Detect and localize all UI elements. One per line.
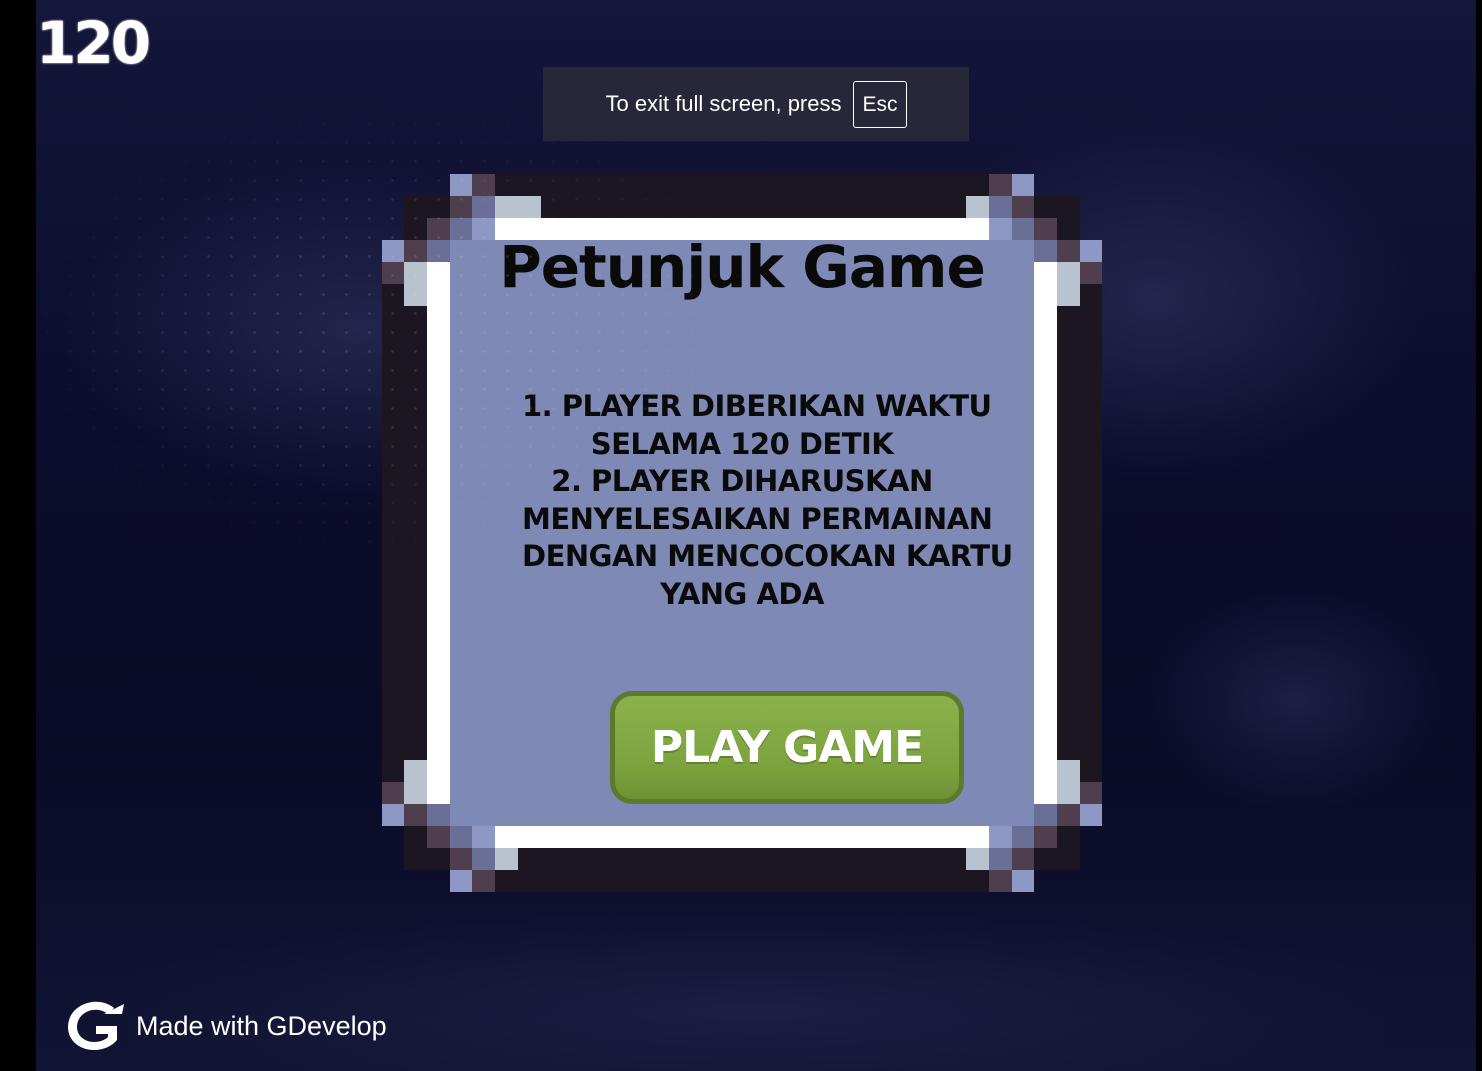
frame-edge-right [1080,264,1102,802]
frame-pixel [1011,870,1034,892]
gdevelop-badge-text: Made with GDevelop [136,1010,387,1041]
frame-pixel [450,848,473,870]
frame-edge-bottom [472,870,1012,892]
frame-pixel [427,826,450,848]
instruction-line: dengan mencocokan kartu [522,539,1013,573]
countdown-timer: 120 [36,9,151,77]
frame-pixel [450,826,473,848]
frame-pixel [450,196,473,218]
frame-pixel [427,218,450,240]
frame-pixel [404,760,427,782]
frame-pixel [427,804,450,826]
frame-pixel [966,196,989,218]
made-with-gdevelop-badge[interactable]: Made with GDevelop [64,1000,387,1052]
frame-pixel [404,804,427,826]
frame-pixel [472,196,495,218]
frame-pixel [1079,782,1102,804]
frame-edge-left [382,264,404,802]
frame-pixel [1011,196,1034,218]
frame-pixel [1011,826,1034,848]
frame-pixel [1011,848,1034,870]
frame-pixel [1057,804,1080,826]
frame-pixel [966,848,989,870]
frame-pixel [472,174,495,196]
frame-pixel [382,804,405,826]
frame-pixel [989,218,1012,240]
frame-pixel [472,870,495,892]
instruction-line: 1. Player diberikan waktu [522,389,992,423]
frame-pixel [989,848,1012,870]
instructions-text: 1. Player diberikan waktu selama 120 det… [522,388,1013,613]
frame-pixel [382,782,405,804]
fullscreen-exit-notice: To exit full screen, press Esc [543,67,969,141]
instructions-dialog: Petunjuk Game 1. Player diberikan waktu … [382,174,1102,892]
frame-pixel [1011,174,1034,196]
dialog-title: Petunjuk Game [499,233,986,301]
frame-pixel [1057,760,1080,782]
frame-pixel [1079,804,1102,826]
frame-pixel [495,196,518,218]
frame-pixel [989,196,1012,218]
frame-pixel [495,848,518,870]
frame-pixel [472,826,495,848]
frame-pixel [989,870,1012,892]
fullscreen-notice-text: To exit full screen, press [605,91,842,116]
frame-pixel [472,848,495,870]
frame-pixel [404,782,427,804]
game-canvas[interactable]: 120 To exit full screen, press Esc Petun… [36,0,1476,1071]
frame-pixel [1034,826,1057,848]
frame-pixel [472,218,495,240]
frame-pixel [989,174,1012,196]
instruction-line: 2. Player diharuskan [551,464,933,498]
frame-pixel [1011,218,1034,240]
instruction-line: selama 120 detik [590,426,894,461]
gdevelop-logo-icon [64,1000,126,1052]
play-game-button[interactable]: PLAY GAME [610,691,964,804]
frame-pixel [450,174,473,196]
frame-pixel [1034,218,1057,240]
frame-edge-top [472,174,1012,196]
frame-pixel [450,870,473,892]
frame-pixel [518,196,541,218]
instruction-line: yang ada [660,576,824,611]
frame-pixel [450,218,473,240]
frame-pixel [1034,804,1057,826]
frame-pixel [1057,782,1080,804]
esc-key-hint: Esc [853,80,907,128]
instruction-line: menyelesaikan permainan [522,501,993,536]
frame-pixel [989,826,1012,848]
